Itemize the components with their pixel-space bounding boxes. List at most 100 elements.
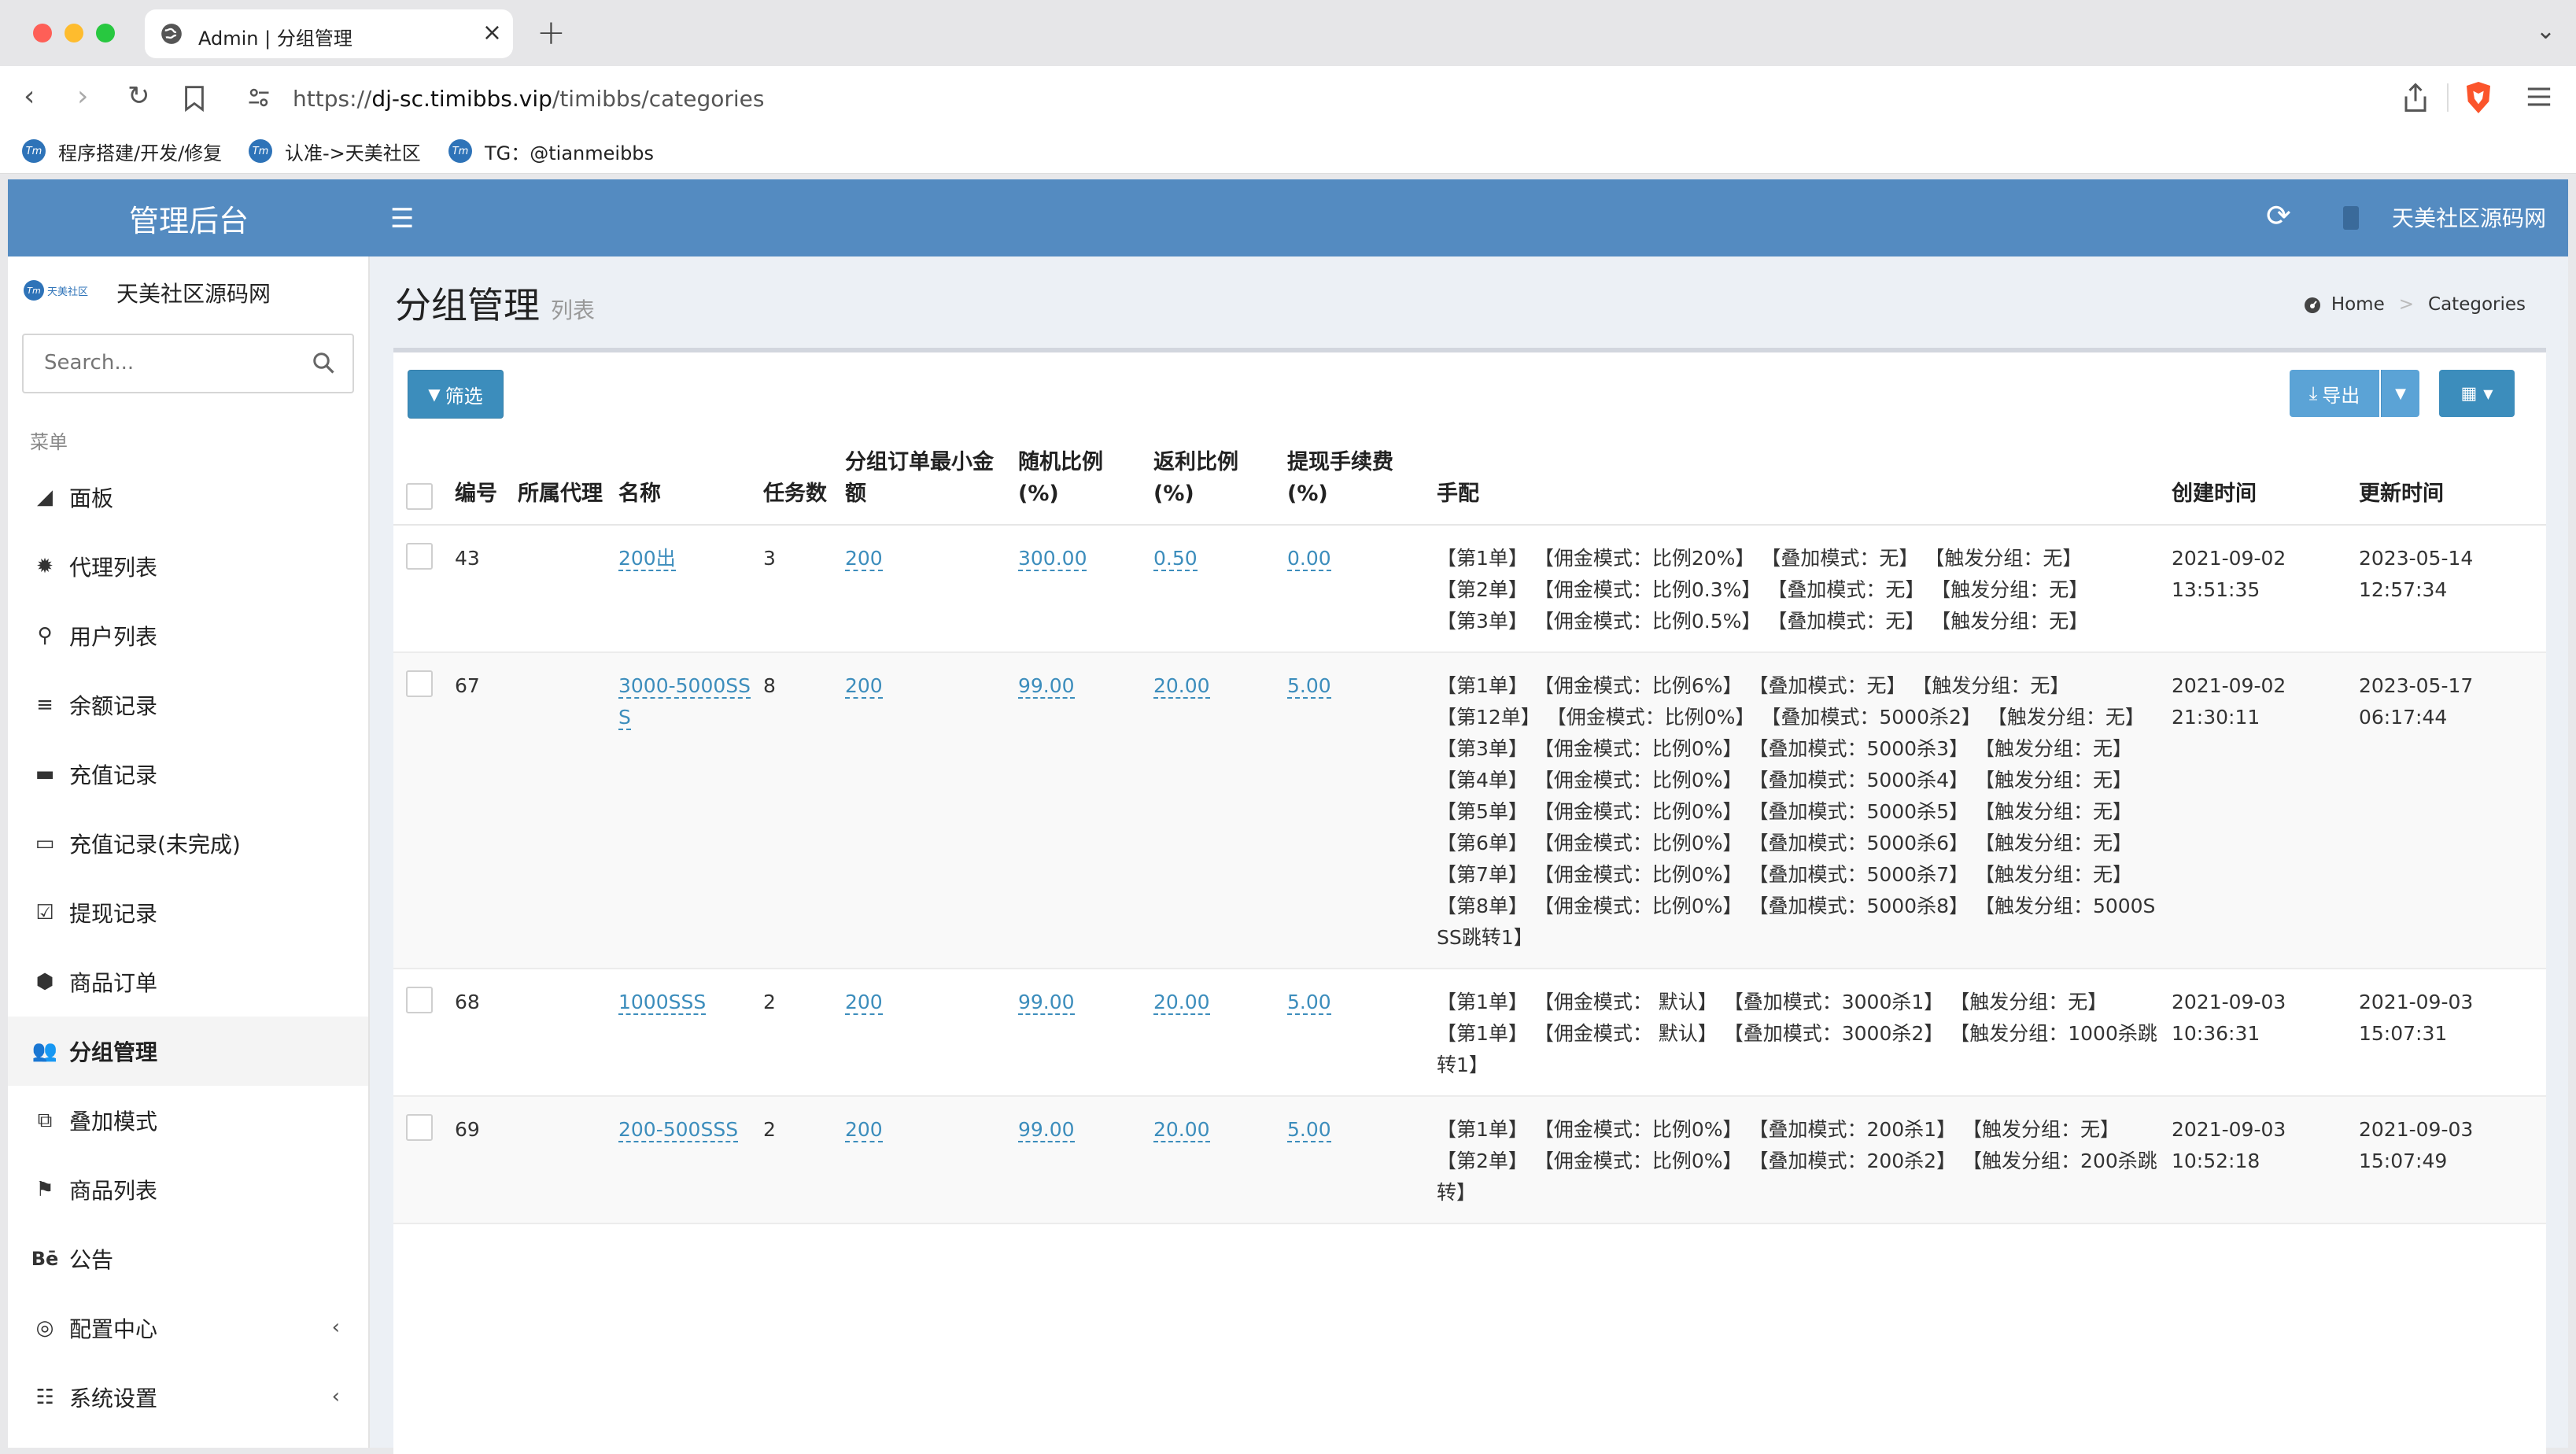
editable-rebate-ratio[interactable]: 20.00 bbox=[1153, 991, 1210, 1015]
editable-name[interactable]: 3000-5000SSS bbox=[618, 674, 751, 730]
sidebar-item-recharge[interactable]: ▬ 充值记录 bbox=[8, 740, 368, 809]
cell-id: 43 bbox=[448, 525, 511, 653]
sidebar-item-notice[interactable]: Bē 公告 bbox=[8, 1224, 368, 1293]
editable-rebate-ratio[interactable]: 20.00 bbox=[1153, 1118, 1210, 1142]
bookmark-icon[interactable] bbox=[184, 85, 205, 112]
sidebar-item-withdraw[interactable]: ☑ 提现记录 bbox=[8, 878, 368, 947]
brand-title[interactable]: 管理后台 bbox=[8, 179, 370, 256]
editable-min-amount[interactable]: 200 bbox=[845, 674, 883, 699]
search-input[interactable] bbox=[24, 335, 313, 390]
select-all-checkbox[interactable] bbox=[406, 483, 433, 510]
cell-updated: 2023-05-14 12:57:34 bbox=[2353, 525, 2546, 653]
new-tab-icon[interactable]: + bbox=[537, 13, 566, 53]
column-header-config[interactable]: 手配 bbox=[1430, 439, 2165, 526]
minimize-window-button[interactable] bbox=[65, 24, 83, 42]
column-header-agent[interactable]: 所属代理 bbox=[511, 439, 612, 526]
editable-random-ratio[interactable]: 99.00 bbox=[1018, 1118, 1075, 1142]
columns-button[interactable]: ▦ ▼ bbox=[2439, 370, 2515, 417]
user-name[interactable]: 天美社区源码网 bbox=[2392, 201, 2546, 233]
sidebar-search bbox=[22, 334, 354, 393]
editable-fee[interactable]: 5.00 bbox=[1287, 991, 1331, 1015]
sidebar-item-dashboard[interactable]: ◢ 面板 bbox=[8, 463, 368, 532]
toolbar-separator bbox=[2447, 83, 2449, 112]
forward-icon[interactable]: › bbox=[77, 80, 88, 113]
editable-name[interactable]: 200-500SSS bbox=[618, 1118, 739, 1142]
tab-title: Admin | 分组管理 bbox=[198, 28, 352, 50]
refresh-icon[interactable]: ⟳ bbox=[2266, 198, 2291, 233]
editable-fee[interactable]: 0.00 bbox=[1287, 547, 1331, 571]
share-icon[interactable] bbox=[2401, 82, 2430, 113]
sidebar-item-overlay-mode[interactable]: ⧉ 叠加模式 bbox=[8, 1086, 368, 1155]
editable-min-amount[interactable]: 200 bbox=[845, 1118, 883, 1142]
column-header-created[interactable]: 创建时间 bbox=[2165, 439, 2353, 526]
browser-tab-bar: Admin | 分组管理 × + ⌄ bbox=[0, 0, 2576, 66]
site-logo: Tm 天美社区 bbox=[24, 279, 94, 302]
battery-icon: ▬ bbox=[35, 762, 55, 786]
sidebar-item-system[interactable]: ☷ 系统设置 ‹ bbox=[8, 1363, 368, 1432]
editable-rebate-ratio[interactable]: 20.00 bbox=[1153, 674, 1210, 699]
editable-min-amount[interactable]: 200 bbox=[845, 991, 883, 1015]
column-header-name[interactable]: 名称 bbox=[612, 439, 757, 526]
export-button[interactable]: ⤓ 导出 bbox=[2290, 370, 2379, 417]
column-header-id[interactable]: 编号 bbox=[448, 439, 511, 526]
sidebar-item-users[interactable]: ⚲ 用户列表 bbox=[8, 601, 368, 670]
server-icon: ☷ bbox=[35, 1386, 54, 1409]
editable-name[interactable]: 200出 bbox=[618, 547, 676, 571]
cell-created: 2021-09-03 10:36:31 bbox=[2165, 969, 2353, 1097]
list-panel: ▼ 筛选 ⤓ 导出 ▼ ▦ ▼ 编号 所属代理 名称 任务数 分组订单最小金额 … bbox=[393, 348, 2546, 1454]
column-header-fee[interactable]: 提现手续费(%) bbox=[1281, 439, 1430, 526]
table-icon: ▦ bbox=[2460, 383, 2478, 404]
column-header-updated[interactable]: 更新时间 bbox=[2353, 439, 2546, 526]
sidebar-item-balance[interactable]: ≡ 余额记录 bbox=[8, 670, 368, 740]
column-header-random-ratio[interactable]: 随机比例(%) bbox=[1012, 439, 1147, 526]
cell-created: 2021-09-02 21:30:11 bbox=[2165, 652, 2353, 969]
bookmark-item[interactable]: Tm 认准->天美社区 bbox=[249, 137, 421, 165]
breadcrumb-home[interactable]: Home bbox=[2331, 294, 2385, 315]
filter-button[interactable]: ▼ 筛选 bbox=[408, 370, 504, 419]
download-icon: ⤓ bbox=[2308, 382, 2318, 404]
bookmark-item[interactable]: Tm 程序搭建/开发/修复 bbox=[22, 137, 222, 165]
cog-icon: ✹ bbox=[36, 555, 54, 578]
browser-menu-icon[interactable] bbox=[2526, 85, 2552, 109]
bookmark-item[interactable]: Tm TG：@tianmeibbs bbox=[448, 137, 654, 165]
editable-fee[interactable]: 5.00 bbox=[1287, 1118, 1331, 1142]
chevron-down-icon[interactable]: ⌄ bbox=[2536, 17, 2556, 45]
reload-icon[interactable]: ↻ bbox=[127, 80, 150, 112]
editable-random-ratio[interactable]: 99.00 bbox=[1018, 991, 1075, 1015]
site-logo-icon: Tm bbox=[249, 139, 272, 163]
sidebar-item-recharge-pending[interactable]: ▭ 充值记录(未完成) bbox=[8, 809, 368, 878]
export-dropdown-button[interactable]: ▼ bbox=[2381, 370, 2419, 417]
close-tab-icon[interactable]: × bbox=[482, 19, 502, 46]
maximize-window-button[interactable] bbox=[96, 24, 115, 42]
editable-name[interactable]: 1000SSS bbox=[618, 991, 707, 1015]
sidebar-item-groups[interactable]: 👥 分组管理 bbox=[8, 1017, 368, 1086]
editable-min-amount[interactable]: 200 bbox=[845, 547, 883, 571]
row-checkbox[interactable] bbox=[406, 1114, 433, 1141]
sidebar-item-agents[interactable]: ✹ 代理列表 bbox=[8, 532, 368, 601]
editable-rebate-ratio[interactable]: 0.50 bbox=[1153, 547, 1198, 571]
row-checkbox[interactable] bbox=[406, 987, 433, 1013]
cell-id: 68 bbox=[448, 969, 511, 1097]
sidebar-toggle-icon[interactable]: ☰ bbox=[390, 203, 414, 234]
row-checkbox[interactable] bbox=[406, 670, 433, 697]
editable-random-ratio[interactable]: 300.00 bbox=[1018, 547, 1087, 571]
browser-tab[interactable]: Admin | 分组管理 × bbox=[145, 9, 513, 58]
avatar[interactable] bbox=[2343, 206, 2359, 230]
search-icon[interactable] bbox=[312, 351, 335, 375]
sidebar-item-config[interactable]: ◎ 配置中心 ‹ bbox=[8, 1293, 368, 1363]
column-header-tasks[interactable]: 任务数 bbox=[757, 439, 839, 526]
sidebar-item-products[interactable]: ⚑ 商品列表 bbox=[8, 1155, 368, 1224]
close-window-button[interactable] bbox=[33, 24, 52, 42]
sidebar-item-orders[interactable]: ⬢ 商品订单 bbox=[8, 947, 368, 1017]
row-checkbox[interactable] bbox=[406, 543, 433, 570]
editable-fee[interactable]: 5.00 bbox=[1287, 674, 1331, 699]
address-bar[interactable]: https://dj-sc.timibbs.vip/timibbs/catego… bbox=[236, 74, 2360, 121]
column-header-min-amount[interactable]: 分组订单最小金额 bbox=[839, 439, 1012, 526]
column-header-rebate-ratio[interactable]: 返利比例(%) bbox=[1147, 439, 1281, 526]
back-icon[interactable]: ‹ bbox=[24, 80, 35, 113]
site-logo-icon: Tm bbox=[448, 139, 472, 163]
editable-random-ratio[interactable]: 99.00 bbox=[1018, 674, 1075, 699]
brave-shield-icon[interactable] bbox=[2463, 80, 2494, 115]
site-settings-icon[interactable] bbox=[247, 86, 271, 109]
page-subtitle: 列表 bbox=[551, 297, 596, 323]
